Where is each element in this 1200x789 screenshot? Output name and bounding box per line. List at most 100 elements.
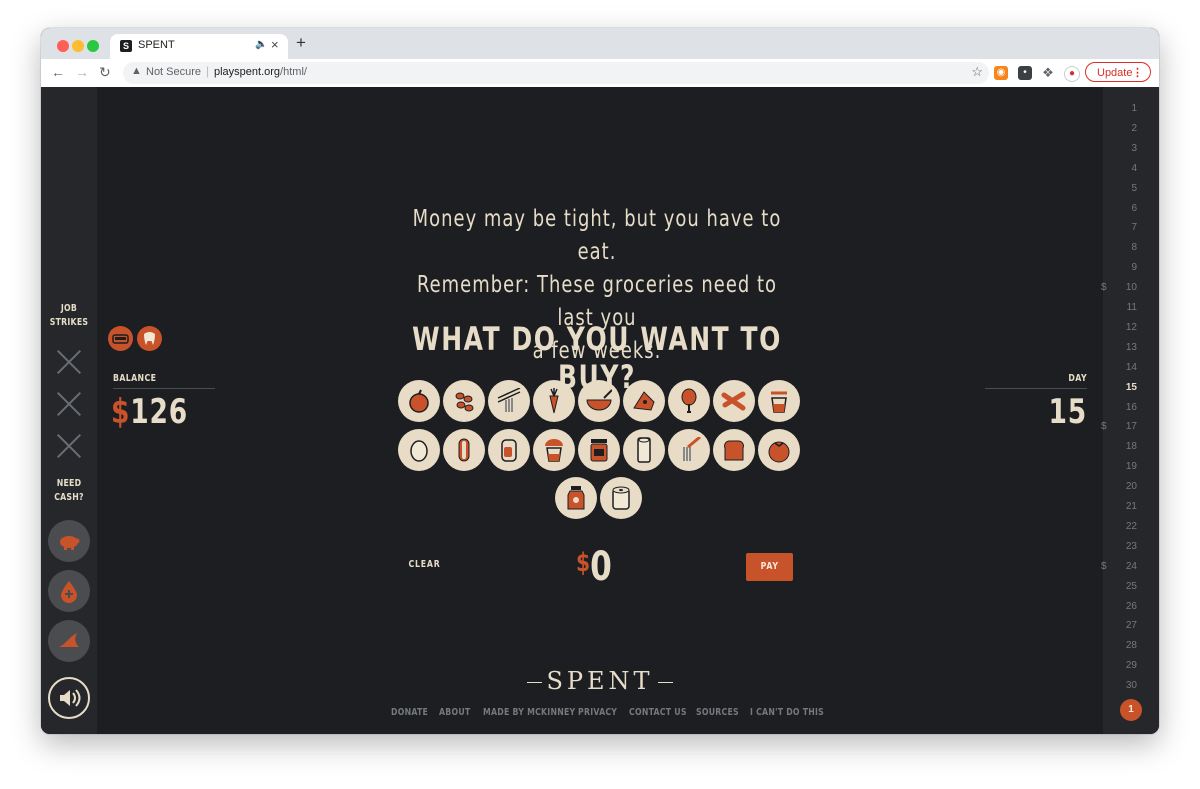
more-menu-icon[interactable]: ⋮: [1132, 63, 1143, 83]
calendar-day-number: 28: [1125, 640, 1137, 652]
profile-avatar[interactable]: ●: [1064, 66, 1080, 82]
footer-link-contact[interactable]: CONTACT US: [629, 707, 687, 718]
grocery-cereal[interactable]: [578, 380, 620, 422]
calendar-day-number: 19: [1125, 461, 1137, 473]
calendar-day: 1: [1107, 103, 1137, 114]
calendar-day-number: 13: [1125, 341, 1137, 353]
warning-icon: ▲: [131, 65, 142, 77]
balance-amount: 126: [130, 392, 188, 432]
grocery-sausage[interactable]: [713, 380, 755, 422]
calendar-day: $24: [1101, 560, 1137, 572]
grocery-toilet-paper[interactable]: [600, 477, 642, 519]
update-button[interactable]: Update ⋮: [1085, 62, 1151, 82]
donate-blood-button[interactable]: [48, 570, 90, 612]
beans-icon: [455, 392, 474, 412]
calendar-sidebar: 1 2 3 4 5 6 7 8 9 $10 11 12 13 14 15 16 $17 18 19 20 21 22 23 $…: [1101, 87, 1159, 734]
reload-icon[interactable]: ↻: [99, 64, 111, 81]
calendar-day-number: 25: [1125, 580, 1137, 592]
fox-extension-icon[interactable]: ◉: [994, 66, 1008, 80]
calendar-day: 15: [1107, 382, 1137, 393]
forward-icon[interactable]: →: [75, 64, 89, 80]
payday-marker: $: [1101, 282, 1107, 294]
strike-x-icon: [56, 433, 82, 459]
footer-link-cant-do-this[interactable]: I CAN'T DO THIS: [750, 707, 824, 718]
tooth-status-icon[interactable]: [137, 326, 162, 351]
carrot-icon: [549, 388, 559, 414]
loan-shark-button[interactable]: [48, 620, 90, 662]
calendar-day-number: 23: [1125, 540, 1137, 552]
grocery-cheese[interactable]: [623, 380, 665, 422]
grocery-paper-towel[interactable]: [623, 429, 665, 471]
calendar-day-number: 1: [1131, 103, 1137, 114]
calendar-day-number: 6: [1131, 202, 1137, 214]
calendar-day: 8: [1107, 242, 1137, 253]
grocery-drumstick[interactable]: [668, 380, 710, 422]
bread-icon: [724, 440, 744, 461]
grocery-sauce[interactable]: [555, 477, 597, 519]
grocery-carrot[interactable]: [533, 380, 575, 422]
footer-link-sources[interactable]: SOURCES: [696, 707, 739, 718]
notification-badge[interactable]: 1: [1120, 699, 1142, 721]
need-cash-label-line2: CASH?: [54, 492, 84, 503]
tab-audio-icon[interactable]: 🔈: [255, 39, 267, 50]
grocery-jam[interactable]: [578, 429, 620, 471]
grocery-tomato[interactable]: [758, 429, 800, 471]
spent-logo[interactable]: SPENT: [527, 667, 673, 695]
grocery-ice-cream[interactable]: [533, 429, 575, 471]
calendar-day: 19: [1107, 461, 1137, 472]
calendar-day: $17: [1101, 421, 1137, 432]
minimize-window-button[interactable]: [72, 40, 84, 52]
message-line: Money may be tight, but you have to eat.: [412, 206, 782, 265]
calendar-day: 27: [1107, 620, 1137, 631]
browser-tab[interactable]: S SPENT 🔈 ×: [110, 34, 288, 59]
total-currency: $: [576, 548, 591, 578]
ice-cream-cup-icon: [545, 439, 563, 462]
zoom-window-button[interactable]: [87, 40, 99, 52]
car-status-icon[interactable]: [108, 326, 133, 351]
calendar-day: 13: [1107, 342, 1137, 353]
tab-bar: S SPENT 🔈 × +: [41, 28, 1159, 59]
pay-button[interactable]: PAY: [746, 553, 793, 581]
grocery-bread[interactable]: [713, 429, 755, 471]
tab-close-icon[interactable]: ×: [271, 37, 279, 52]
logo-text: SPENT: [542, 667, 658, 695]
sound-toggle-button[interactable]: [48, 677, 90, 719]
grocery-spaghetti[interactable]: [668, 429, 710, 471]
calendar-day-number: 29: [1125, 660, 1137, 672]
calendar-day: 26: [1107, 601, 1137, 612]
calendar-day-number: 30: [1125, 680, 1137, 692]
address-bar[interactable]: ▲ Not Secure | playspent.org/html/ ☆: [123, 62, 989, 84]
grocery-beans[interactable]: [443, 380, 485, 422]
password-extension-icon[interactable]: •: [1018, 66, 1032, 80]
grocery-noodles[interactable]: [488, 380, 530, 422]
close-window-button[interactable]: [57, 40, 69, 52]
soda-can-icon: [501, 439, 517, 462]
footer-link-privacy[interactable]: PRIVACY: [578, 707, 617, 718]
tomato-icon: [768, 441, 790, 463]
noodles-icon: [497, 388, 521, 412]
clear-button[interactable]: CLEAR: [409, 559, 441, 570]
calendar-day: 25: [1107, 581, 1137, 592]
grocery-egg[interactable]: [398, 429, 440, 471]
grocery-juice[interactable]: [758, 380, 800, 422]
footer-link-about[interactable]: ABOUT: [439, 707, 470, 718]
new-tab-button[interactable]: +: [296, 33, 306, 53]
bookmark-star-icon[interactable]: ☆: [971, 64, 983, 80]
calendar-day-number: 24: [1125, 560, 1137, 572]
url-text[interactable]: playspent.org/html/: [214, 66, 307, 78]
calendar-day: 12: [1107, 322, 1137, 333]
footer-link-donate[interactable]: DONATE: [391, 707, 428, 718]
need-cash-label: NEED CASH?: [47, 477, 91, 505]
calendar-day-number: 9: [1131, 262, 1137, 274]
extensions-puzzle-icon[interactable]: ❖: [1041, 66, 1055, 80]
shark-fin-icon: [59, 633, 79, 647]
grocery-hot-dog[interactable]: [443, 429, 485, 471]
grocery-soda[interactable]: [488, 429, 530, 471]
tab-title: SPENT: [138, 39, 175, 51]
grocery-apple[interactable]: [398, 380, 440, 422]
piggy-bank-button[interactable]: [48, 520, 90, 562]
egg-icon: [410, 440, 428, 462]
back-icon[interactable]: ←: [51, 64, 65, 80]
calendar-day-number: 12: [1125, 321, 1137, 333]
footer-link-made-by[interactable]: MADE BY MCKINNEY: [483, 707, 575, 718]
